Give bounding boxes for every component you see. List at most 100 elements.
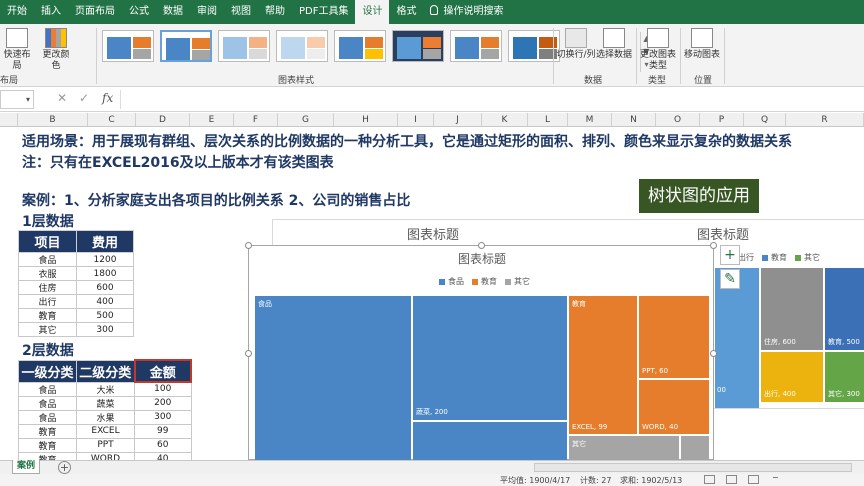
table-cell[interactable]: EXCEL [76,423,135,439]
table-cell[interactable]: 衣服 [18,266,77,281]
treemap-tile-ppt[interactable]: PPT, 60 [639,296,709,378]
table-cell[interactable]: 食品 [18,381,77,397]
table-cell[interactable]: 食品 [18,409,77,425]
column-header[interactable]: B [18,113,88,127]
chart-style-5[interactable] [334,30,386,62]
table-cell[interactable]: 大米 [76,381,135,397]
tab-data[interactable]: 数据 [156,0,190,24]
column-header[interactable]: K [482,113,528,127]
select-data-button[interactable]: 选择数据 [596,28,632,61]
table-cell[interactable]: 食品 [18,395,77,411]
table-cell[interactable]: 教育 [18,308,77,323]
tab-design[interactable]: 设计 [355,0,390,24]
table-cell[interactable]: 99 [134,423,192,439]
table-cell[interactable]: PPT [76,437,135,453]
treemap-tile[interactable] [681,436,709,461]
table-header[interactable]: 项目 [18,230,77,253]
column-header[interactable]: Q [744,113,786,127]
column-header[interactable]: D [136,113,190,127]
chart-style-1[interactable] [102,30,154,62]
select-all-corner[interactable] [0,113,18,127]
treemap-tile-excel[interactable]: 教育 EXCEL, 99 [569,296,637,434]
treemap-tile-vegetables[interactable]: 蔬菜, 200 [413,296,567,420]
resize-handle[interactable] [478,242,485,249]
treemap-tile[interactable]: 出行, 400 [761,352,823,402]
worksheet[interactable]: 适用场景：用于展现有群组、层次关系的比例数据的一种分析工具，它是通过矩形的面积、… [0,127,864,481]
table-cell[interactable]: 蔬菜 [76,395,135,411]
table-header[interactable]: 二级分类 [76,359,135,383]
name-box[interactable]: ▾ [0,90,34,109]
column-header[interactable]: F [234,113,278,127]
column-header[interactable]: M [568,113,612,127]
tab-pdf-tools[interactable]: PDF工具集 [292,0,355,24]
table-cell[interactable]: 教育 [18,437,77,453]
treemap-tile-other[interactable]: 其它 [569,436,679,461]
resize-handle[interactable] [245,350,252,357]
tab-insert[interactable]: 插入 [34,0,68,24]
tab-help[interactable]: 帮助 [258,0,292,24]
table-cell[interactable]: 水果 [76,409,135,425]
add-sheet-icon[interactable]: + [58,461,71,474]
treemap-tile[interactable]: 教育, 500 [825,268,864,350]
tab-home[interactable]: 开始 [0,0,34,24]
column-header[interactable]: E [190,113,234,127]
table-cell[interactable]: 住房 [18,280,77,295]
chart-styles-brush-button[interactable]: ✎ [720,269,740,289]
table-header[interactable]: 金额 [133,359,192,383]
chart-front-title[interactable]: 图表标题 [249,250,715,267]
chart-style-2[interactable] [160,30,212,62]
column-header[interactable]: R [786,113,864,127]
change-chart-type-button[interactable]: 更改图表类型 [640,28,676,72]
quick-layout-button[interactable]: 快速布局 [2,28,32,72]
chart-style-3[interactable] [218,30,270,62]
sheet-tab-case[interactable]: 案例 [12,460,40,474]
tab-formulas[interactable]: 公式 [122,0,156,24]
column-header[interactable]: O [656,113,700,127]
treemap-tile[interactable]: 住房, 600 [761,268,823,350]
confirm-icon[interactable]: ✓ [79,91,89,105]
treemap-tile[interactable]: 其它, 300 [825,352,864,402]
tab-page-layout[interactable]: 页面布局 [68,0,122,24]
chart-elements-button[interactable]: + [720,245,740,265]
table-cell[interactable]: 60 [134,437,192,453]
treemap-tile-food[interactable]: 食品 [255,296,411,461]
table-cell[interactable]: 出行 [18,294,77,309]
chart-style-4[interactable] [276,30,328,62]
column-header[interactable]: J [434,113,482,127]
table-cell[interactable]: 1200 [76,252,134,267]
zoom-out-icon[interactable]: − [772,473,779,482]
table-cell[interactable]: 食品 [18,252,77,267]
resize-handle[interactable] [710,350,717,357]
treemap-tile-word[interactable]: WORD, 40 [639,380,709,434]
treemap-tile[interactable]: 00 [715,268,759,408]
tab-view[interactable]: 视图 [224,0,258,24]
column-header[interactable]: C [88,113,136,127]
table-cell[interactable]: 300 [76,322,134,337]
resize-handle[interactable] [710,242,717,249]
normal-view-icon[interactable] [704,475,715,484]
column-header[interactable]: I [398,113,434,127]
resize-handle[interactable] [245,242,252,249]
table-cell[interactable]: 300 [134,409,192,425]
chart-style-6[interactable] [392,30,444,62]
table-header[interactable]: 一级分类 [18,359,77,383]
column-header[interactable]: P [700,113,744,127]
table-cell[interactable]: 1800 [76,266,134,281]
treemap-tile[interactable] [413,422,567,461]
chart-front-legend[interactable]: 食品 教育 其它 [439,276,530,287]
cancel-icon[interactable]: ✕ [57,91,67,105]
tab-format[interactable]: 格式 [389,0,423,24]
move-chart-button[interactable]: 移动图表 [684,28,720,61]
table-cell[interactable]: 教育 [18,423,77,439]
change-colors-button[interactable]: 更改颜色 [42,28,70,72]
table-cell[interactable]: 100 [134,381,192,397]
page-layout-view-icon[interactable] [726,475,737,484]
horizontal-scrollbar[interactable] [534,463,852,472]
table-cell[interactable]: 200 [134,395,192,411]
page-break-view-icon[interactable] [748,475,759,484]
table-cell[interactable]: 其它 [18,322,77,337]
column-header[interactable]: N [612,113,656,127]
tab-tell-me[interactable]: 操作说明搜索 [423,0,510,24]
chart-style-7[interactable] [450,30,502,62]
table-cell[interactable]: 600 [76,280,134,295]
